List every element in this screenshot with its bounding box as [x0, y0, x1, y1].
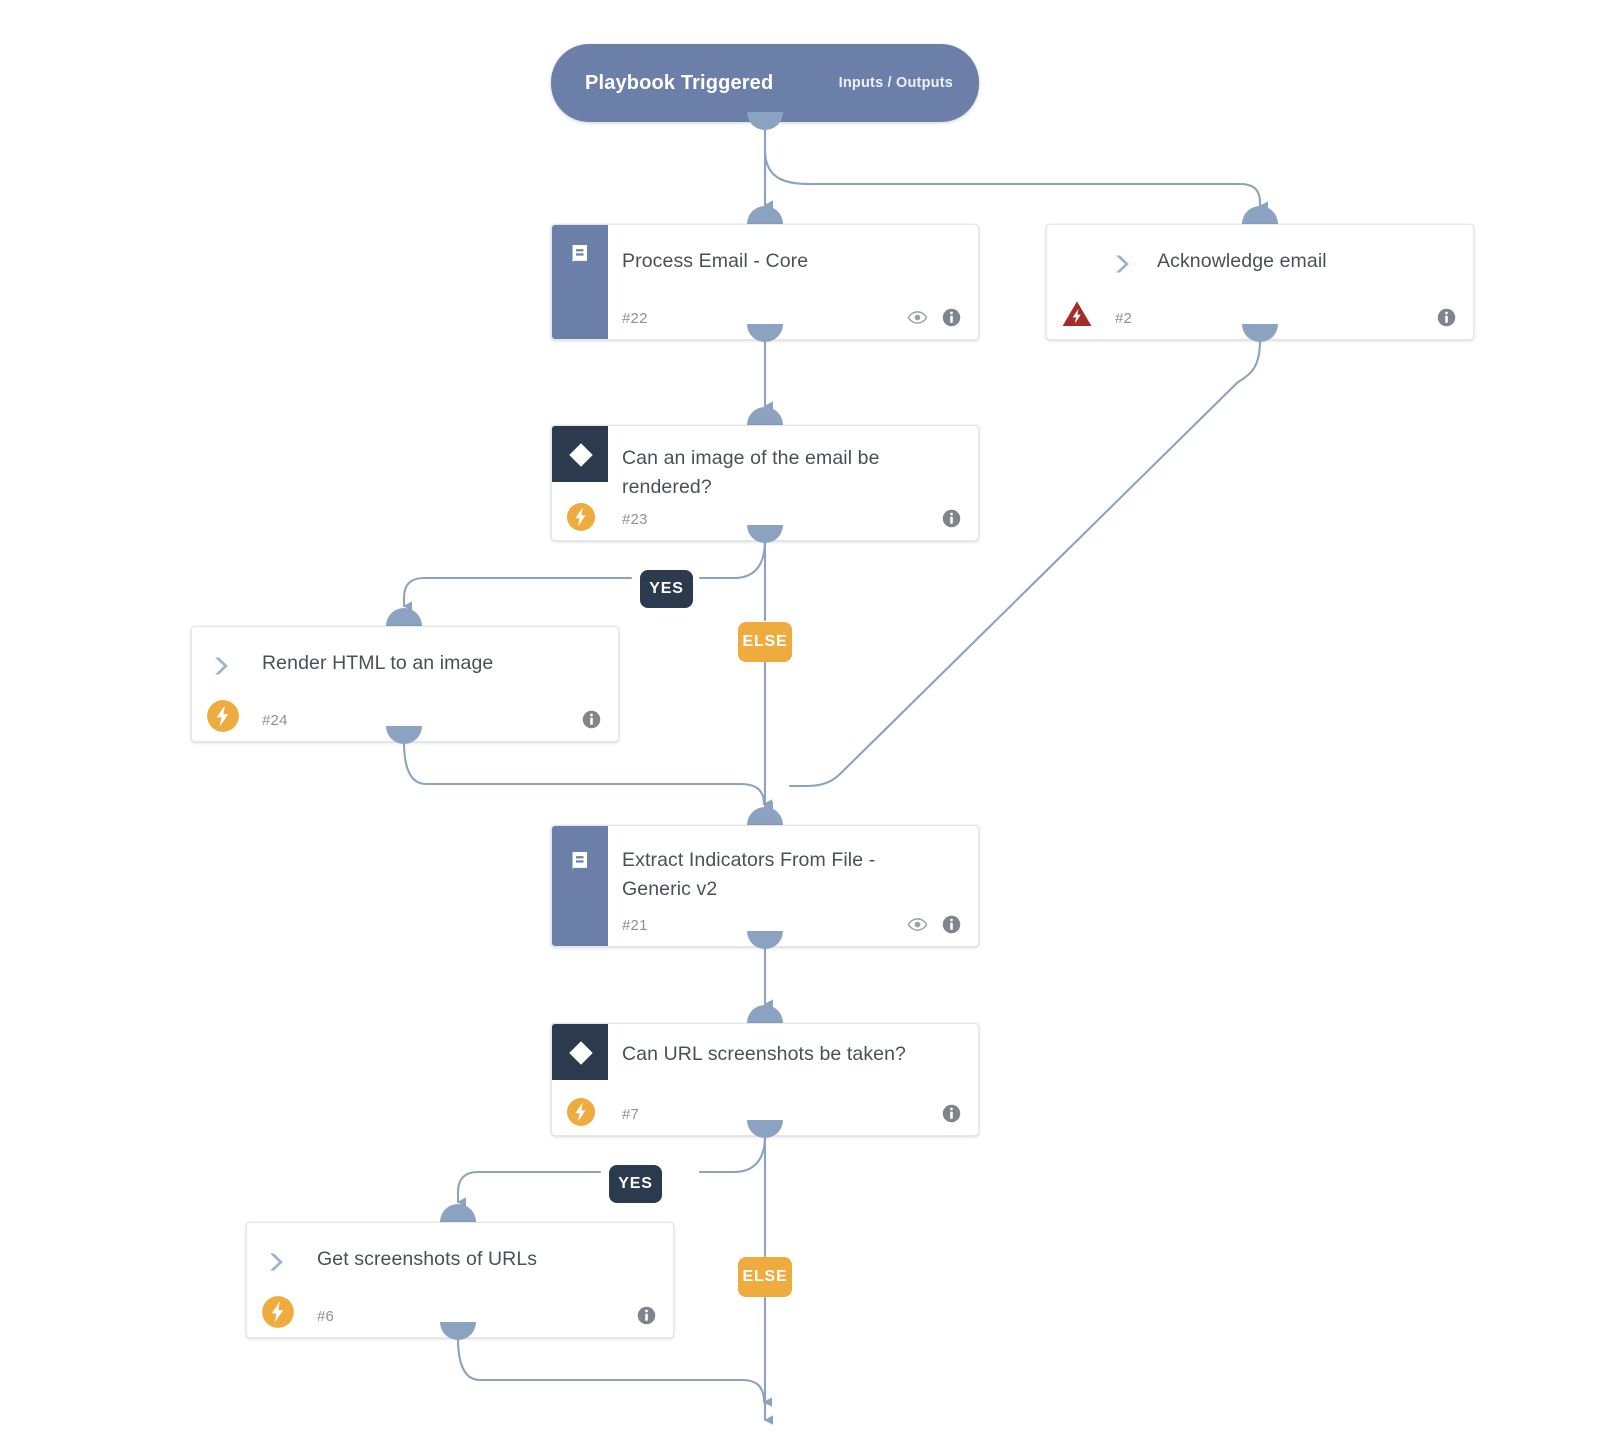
node-number: #7: [622, 1106, 640, 1123]
info-icon[interactable]: [581, 709, 602, 730]
node-number: #23: [622, 511, 648, 528]
node-title: Render HTML to an image: [262, 652, 494, 674]
edge-cond23-yes-to-render: [404, 538, 767, 606]
node-number: #6: [317, 1308, 335, 1325]
port-in-process-email: [747, 206, 783, 224]
node-acknowledge-email[interactable]: Acknowledge email #2: [1046, 224, 1474, 340]
node-number: #22: [622, 310, 648, 327]
info-icon[interactable]: [1436, 307, 1457, 328]
node-title: Can URL screenshots be taken?: [622, 1043, 907, 1065]
start-node-title: Playbook Triggered: [585, 71, 774, 94]
node-title: Get screenshots of URLs: [317, 1248, 538, 1270]
start-node-playbook-triggered[interactable]: Playbook Triggered Inputs / Outputs: [551, 44, 979, 122]
port-in-get-screenshots: [440, 1204, 476, 1222]
edge-render-to-extract: [402, 740, 773, 809]
node-get-screenshots-of-urls[interactable]: Get screenshots of URLs #6: [246, 1222, 674, 1338]
branch-label: ELSE: [742, 1268, 788, 1285]
eye-icon[interactable]: [907, 914, 928, 935]
info-icon[interactable]: [941, 508, 962, 529]
chevron-icon: [1109, 251, 1135, 277]
port-in-acknowledge-email: [1242, 206, 1278, 224]
info-icon[interactable]: [941, 914, 962, 935]
branch-badge-yes-23[interactable]: YES: [640, 570, 693, 608]
node-title: Process Email - Core: [622, 250, 809, 272]
bolt-icon[interactable]: [566, 1097, 596, 1127]
port-out-start: [747, 112, 783, 130]
node-extract-indicators-from-file[interactable]: Extract Indicators From File - Generic v…: [551, 825, 979, 947]
edge-acknowledge-to-extract: [788, 338, 1262, 788]
bolt-icon[interactable]: [206, 699, 240, 733]
node-render-html-to-image[interactable]: Render HTML to an image #24: [191, 626, 619, 742]
diamond-icon: [566, 1038, 596, 1068]
edge-start-to-acknowledge: [763, 148, 1269, 211]
node-number: #21: [622, 917, 648, 934]
port-in-cond-url-screenshots: [747, 1005, 783, 1023]
node-process-email-core[interactable]: Process Email - Core #22: [551, 224, 979, 340]
chevron-icon: [263, 1249, 289, 1275]
info-icon[interactable]: [941, 307, 962, 328]
node-title: Acknowledge email: [1157, 250, 1327, 272]
port-in-cond-image-rendered: [747, 407, 783, 425]
bolt-icon[interactable]: [566, 502, 596, 532]
book-icon: [566, 241, 594, 269]
playbook-canvas[interactable]: Playbook Triggered Inputs / Outputs Proc…: [0, 0, 1622, 1448]
branch-badge-else-7[interactable]: ELSE: [738, 1257, 792, 1297]
branch-label: YES: [649, 580, 684, 597]
info-icon[interactable]: [636, 1305, 657, 1326]
start-node-io-label[interactable]: Inputs / Outputs: [839, 75, 953, 91]
chevron-icon: [208, 653, 234, 679]
port-in-render-html: [386, 608, 422, 626]
warning-icon[interactable]: [1061, 299, 1093, 329]
branch-badge-yes-7[interactable]: YES: [609, 1165, 662, 1203]
book-icon: [566, 848, 594, 876]
node-number: #2: [1115, 310, 1133, 327]
branch-label: YES: [618, 1175, 653, 1192]
node-title: Extract Indicators From File - Generic v…: [622, 849, 876, 900]
eye-icon[interactable]: [907, 307, 928, 328]
branch-badge-else-23[interactable]: ELSE: [738, 622, 792, 662]
node-number: #24: [262, 712, 288, 729]
port-in-extract-indicators: [747, 807, 783, 825]
diamond-icon: [566, 440, 596, 470]
node-can-image-rendered[interactable]: Can an image of the email be rendered? #…: [551, 425, 979, 541]
edge-screenshots-merge: [456, 1336, 773, 1407]
branch-label: ELSE: [742, 633, 788, 650]
info-icon[interactable]: [941, 1103, 962, 1124]
bolt-icon[interactable]: [261, 1295, 295, 1329]
